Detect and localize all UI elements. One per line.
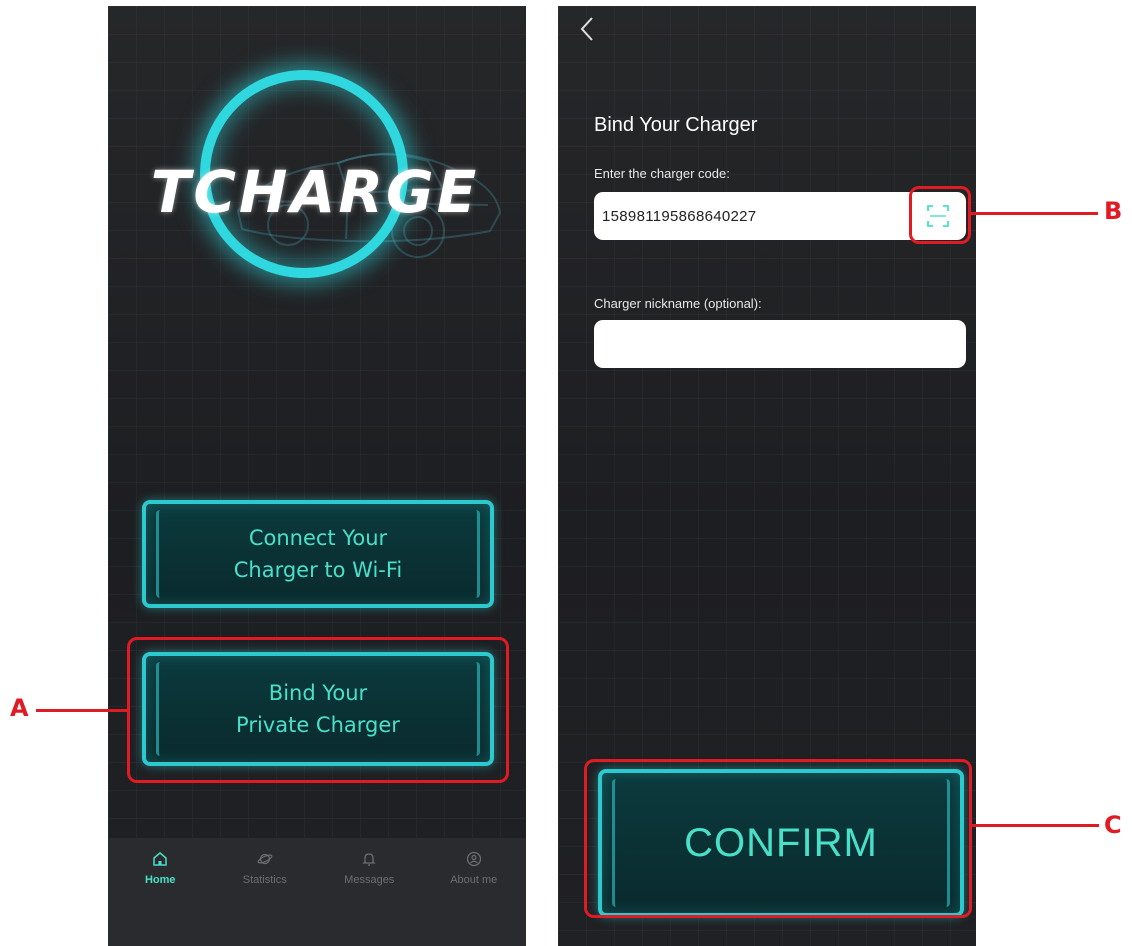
home-screen: TCHARGE Connect Your Charger to Wi-Fi Bi… xyxy=(108,6,526,946)
home-icon xyxy=(152,848,168,870)
nav-item-home[interactable]: Home xyxy=(110,848,210,886)
annotation-a: A xyxy=(10,694,29,722)
logo-text: TCHARGE xyxy=(130,158,500,226)
highlight-box-b xyxy=(909,186,971,244)
back-chevron-icon[interactable] xyxy=(576,14,600,44)
highlight-box-a xyxy=(127,637,509,783)
nav-label-messages: Messages xyxy=(344,874,395,886)
annotation-c: C xyxy=(1104,811,1122,839)
charger-code-value: 158981195868640227 xyxy=(602,207,757,225)
leader-line-c xyxy=(972,824,1099,827)
highlight-box-c xyxy=(584,759,972,918)
connect-wifi-button[interactable]: Connect Your Charger to Wi-Fi xyxy=(142,500,494,608)
nav-item-statistics[interactable]: Statistics xyxy=(215,848,315,886)
charger-code-label: Enter the charger code: xyxy=(594,166,730,181)
nav-label-home: Home xyxy=(144,874,176,886)
charger-nickname-input[interactable] xyxy=(594,320,966,368)
nav-item-messages[interactable]: Messages xyxy=(319,848,419,886)
nav-label-about-me: About me xyxy=(450,874,498,886)
nav-item-about-me[interactable]: About me xyxy=(424,848,524,886)
page-title: Bind Your Charger xyxy=(594,114,758,136)
tcharge-logo: TCHARGE xyxy=(108,6,526,336)
bell-icon xyxy=(361,848,377,870)
leader-line-b xyxy=(971,212,1098,215)
charger-nickname-label: Charger nickname (optional): xyxy=(594,296,762,311)
user-circle-icon xyxy=(466,848,482,870)
leader-line-a xyxy=(36,709,127,712)
planet-icon xyxy=(257,848,273,870)
nav-label-statistics: Statistics xyxy=(242,874,287,886)
bottom-nav: Home Statistics Messages About me xyxy=(108,838,526,946)
annotation-b: B xyxy=(1104,197,1123,225)
connect-wifi-label: Connect Your Charger to Wi-Fi xyxy=(233,526,403,582)
